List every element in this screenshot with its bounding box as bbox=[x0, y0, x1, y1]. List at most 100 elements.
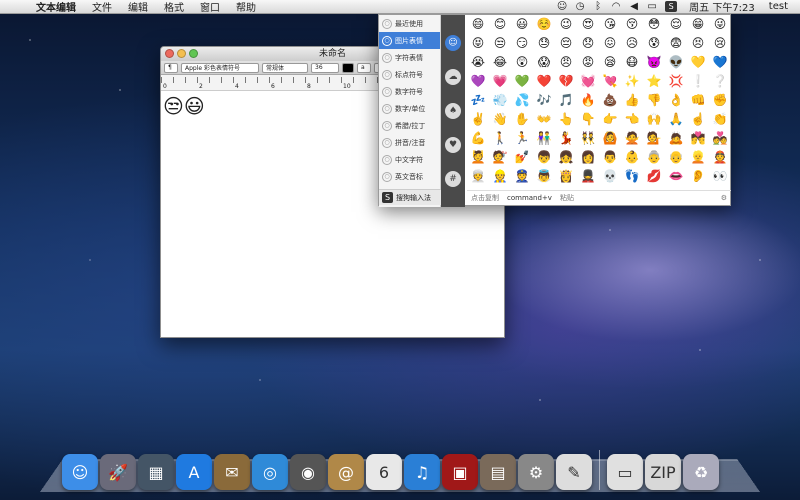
emoji-cell[interactable]: 🏃 bbox=[511, 129, 533, 148]
emoji-cell[interactable]: 💩 bbox=[599, 91, 621, 110]
emoji-cell[interactable]: 😰 bbox=[643, 34, 665, 53]
bluetooth-icon[interactable]: ᛒ bbox=[589, 1, 607, 12]
emoji-cell[interactable]: 👼 bbox=[533, 167, 555, 186]
emoji-cell[interactable]: 💗 bbox=[489, 72, 511, 91]
emoji-cell[interactable]: 😔 bbox=[555, 34, 577, 53]
emoji-cell[interactable]: 😂 bbox=[489, 53, 511, 72]
emoji-cell[interactable]: 💚 bbox=[511, 72, 533, 91]
menu-file[interactable]: 文件 bbox=[84, 0, 120, 14]
category-item[interactable]: ○ 字符表情 bbox=[379, 49, 440, 66]
emoji-cell[interactable]: 💑 bbox=[709, 129, 731, 148]
dock-launchpad-icon[interactable]: 🚀 bbox=[100, 454, 136, 490]
dock-documents-icon[interactable]: ▭ bbox=[607, 454, 643, 490]
emoji-cell[interactable]: 🎵 bbox=[555, 91, 577, 110]
emoji-cell[interactable]: 👸 bbox=[555, 167, 577, 186]
emoji-cell[interactable]: ✋ bbox=[511, 110, 533, 129]
nature-category-icon[interactable]: ☁ bbox=[445, 69, 461, 85]
dock-preview-icon[interactable]: ▤ bbox=[480, 454, 516, 490]
sogou-brand[interactable]: S 搜狗输入法 bbox=[379, 189, 441, 205]
emoji-cell[interactable]: 😠 bbox=[555, 53, 577, 72]
emoji-cell[interactable]: 👷 bbox=[489, 167, 511, 186]
emoji-cell[interactable]: 👮 bbox=[511, 167, 533, 186]
emoji-cell[interactable]: 👳 bbox=[467, 167, 489, 186]
dock-mission-control-icon[interactable]: ▦ bbox=[138, 454, 174, 490]
emoji-cell[interactable]: 😁 bbox=[687, 15, 709, 34]
emoji-cell[interactable]: 😏 bbox=[511, 34, 533, 53]
emoji-cell[interactable]: 💛 bbox=[687, 53, 709, 72]
emoji-cell[interactable]: ❤️ bbox=[533, 72, 555, 91]
emoji-cell[interactable]: 💃 bbox=[555, 129, 577, 148]
dock-safari-icon[interactable]: ◎ bbox=[252, 454, 288, 490]
emoji-cell[interactable]: 😉 bbox=[555, 15, 577, 34]
dock-mail-icon[interactable]: ✉ bbox=[214, 454, 250, 490]
emoji-cell[interactable]: 👏 bbox=[709, 110, 731, 129]
emoji-cell[interactable]: ❔ bbox=[709, 72, 731, 91]
clock[interactable]: 周五 下午7:23 bbox=[681, 0, 763, 14]
emoji-cell[interactable]: 💁 bbox=[643, 129, 665, 148]
emoji-cell[interactable]: 💋 bbox=[643, 167, 665, 186]
emoji-cell[interactable]: 👯 bbox=[577, 129, 599, 148]
emoji-cell[interactable]: 😒 bbox=[489, 34, 511, 53]
emoji-cell[interactable]: 😊 bbox=[489, 15, 511, 34]
emoji-cell[interactable]: 😭 bbox=[467, 53, 489, 72]
emoji-cell[interactable]: 👽 bbox=[665, 53, 687, 72]
category-item[interactable]: ○ 拼音/注音 bbox=[379, 134, 440, 151]
emoji-cell[interactable]: 💘 bbox=[599, 72, 621, 91]
emoji-cell[interactable]: 🎶 bbox=[533, 91, 555, 110]
places-category-icon[interactable]: ♥ bbox=[445, 137, 461, 153]
emoji-cell[interactable]: 🙏 bbox=[665, 110, 687, 129]
emoji-cell[interactable]: 💜 bbox=[467, 72, 489, 91]
category-item[interactable]: ○ 数字/单位 bbox=[379, 100, 440, 117]
emoji-cell[interactable]: 💇 bbox=[489, 148, 511, 167]
zoom-button[interactable] bbox=[189, 49, 198, 58]
emoji-cell[interactable]: 👎 bbox=[643, 91, 665, 110]
emoji-cell[interactable]: 👲 bbox=[709, 148, 731, 167]
app-menu[interactable]: 文本编辑 bbox=[28, 0, 84, 14]
emoji-cell[interactable]: 😌 bbox=[665, 15, 687, 34]
dock-address-book-icon[interactable]: @ bbox=[328, 454, 364, 490]
emoji-cell[interactable]: 🙅 bbox=[621, 129, 643, 148]
emoji-cell[interactable]: 🙆 bbox=[599, 129, 621, 148]
emoji-cell[interactable]: 😖 bbox=[599, 34, 621, 53]
emoji-cell[interactable]: 👫 bbox=[533, 129, 555, 148]
dock-downloads-icon[interactable]: ZIP bbox=[645, 454, 681, 490]
emoji-cell[interactable]: 👿 bbox=[643, 53, 665, 72]
emoji-cell[interactable]: 😄 bbox=[467, 15, 489, 34]
emoji-cell[interactable]: 😡 bbox=[577, 53, 599, 72]
font-style-select[interactable]: 常规体 bbox=[262, 62, 308, 73]
menu-window[interactable]: 窗口 bbox=[192, 0, 228, 14]
emoji-cell[interactable]: ❕ bbox=[687, 72, 709, 91]
emoji-cell[interactable]: 😨 bbox=[665, 34, 687, 53]
volume-icon[interactable]: ◀ bbox=[625, 1, 643, 12]
wifi-icon[interactable]: ◠ bbox=[607, 1, 625, 12]
highlight-icon[interactable]: a bbox=[357, 62, 371, 73]
emoji-cell[interactable]: 👧 bbox=[555, 148, 577, 167]
emoji-cell[interactable]: 😷 bbox=[621, 53, 643, 72]
emoji-cell[interactable]: 😍 bbox=[577, 15, 599, 34]
emoji-cell[interactable]: 👊 bbox=[687, 91, 709, 110]
emoji-cell[interactable]: 👶 bbox=[621, 148, 643, 167]
emoji-cell[interactable]: 💤 bbox=[467, 91, 489, 110]
emoji-cell[interactable]: 💢 bbox=[665, 72, 687, 91]
dock-ical-icon[interactable]: 6 bbox=[366, 454, 402, 490]
emoji-cell[interactable]: 👉 bbox=[599, 110, 621, 129]
emoji-cell[interactable]: 💔 bbox=[555, 72, 577, 91]
emoji-cell[interactable]: 👈 bbox=[621, 110, 643, 129]
emoji-cell[interactable]: 😞 bbox=[577, 34, 599, 53]
emoji-cell[interactable]: 👋 bbox=[489, 110, 511, 129]
emoji-cell[interactable]: 😓 bbox=[533, 34, 555, 53]
emoji-cell[interactable]: 💏 bbox=[687, 129, 709, 148]
category-item[interactable]: ○ 希腊/拉丁 bbox=[379, 117, 440, 134]
dock-app-store-icon[interactable]: A bbox=[176, 454, 212, 490]
emoji-cell[interactable]: 💙 bbox=[709, 53, 731, 72]
category-item[interactable]: ○ 中文字符 bbox=[379, 151, 440, 168]
emoji-cell[interactable]: 😜 bbox=[709, 15, 731, 34]
font-family-select[interactable]: Apple 彩色表情符号 bbox=[181, 62, 259, 73]
dock-trash-icon[interactable]: ♻ bbox=[683, 454, 719, 490]
category-item[interactable]: ○ 标点符号 bbox=[379, 66, 440, 83]
emoji-cell[interactable]: 😱 bbox=[533, 53, 555, 72]
category-item[interactable]: ○ 英文音标 bbox=[379, 168, 440, 185]
emoji-cell[interactable]: 😲 bbox=[511, 53, 533, 72]
emoji-cell[interactable]: 😃 bbox=[511, 15, 533, 34]
emoji-cell[interactable]: 😝 bbox=[467, 34, 489, 53]
